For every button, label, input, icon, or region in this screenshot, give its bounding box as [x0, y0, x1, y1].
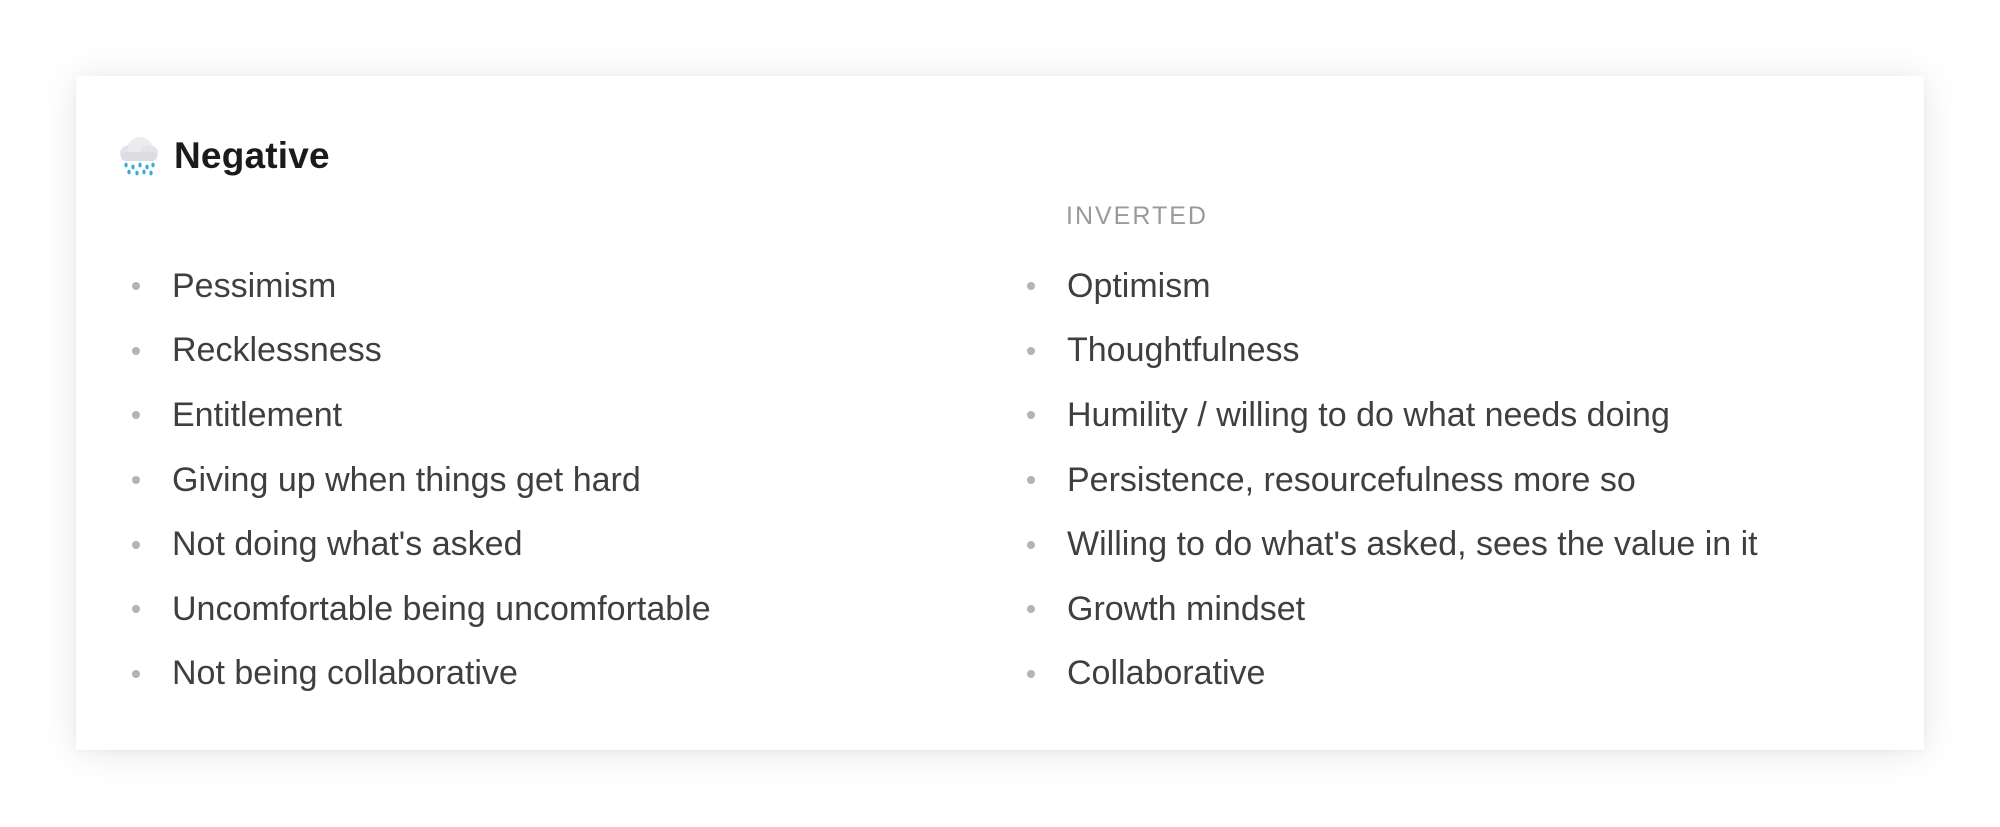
list-item: Uncomfortable being uncomfortable: [132, 577, 711, 642]
bullet-icon: [132, 605, 140, 614]
inverted-column-label: INVERTED: [1066, 202, 1208, 230]
list-item-text: Persistence, resourcefulness more so: [1067, 460, 1636, 499]
list-item: Entitlement: [132, 383, 711, 448]
list-item-text: Willing to do what's asked, sees the val…: [1067, 525, 1758, 564]
list-item-text: Uncomfortable being uncomfortable: [172, 589, 711, 628]
bullet-icon: [132, 282, 140, 291]
list-item: Not doing what's asked: [132, 512, 711, 577]
list-item-text: Collaborative: [1067, 654, 1266, 693]
bullet-icon: [1027, 476, 1035, 485]
bullet-icon: [132, 346, 140, 355]
list-item-text: Not being collaborative: [172, 654, 518, 693]
section-heading: Negative: [116, 134, 330, 178]
bullet-icon: [132, 669, 140, 678]
list-item-text: Humility / willing to do what needs doin…: [1067, 395, 1670, 434]
section-title: Negative: [174, 135, 330, 176]
list-item-text: Optimism: [1067, 266, 1211, 305]
list-item: Collaborative: [1027, 642, 1758, 707]
list-item-text: Pessimism: [172, 266, 337, 305]
list-item-text: Entitlement: [172, 395, 343, 434]
list-item: Optimism: [1027, 254, 1758, 319]
list-item: Not being collaborative: [132, 642, 711, 707]
list-item: Growth mindset: [1027, 577, 1758, 642]
bullet-icon: [1027, 669, 1035, 678]
bullet-icon: [1027, 346, 1035, 355]
list-item: Willing to do what's asked, sees the val…: [1027, 512, 1758, 577]
list-item: Persistence, resourcefulness more so: [1027, 448, 1758, 513]
list-item: Recklessness: [132, 319, 711, 384]
bullet-icon: [1027, 605, 1035, 614]
bullet-icon: [132, 476, 140, 485]
bullet-icon: [1027, 282, 1035, 291]
list-item-text: Not doing what's asked: [172, 525, 523, 564]
list-item: Pessimism: [132, 254, 711, 319]
cloud-rain-icon: [116, 134, 160, 178]
list-item-text: Thoughtfulness: [1067, 331, 1300, 370]
list-item: Thoughtfulness: [1027, 319, 1758, 384]
bullet-icon: [1027, 540, 1035, 549]
card: Negative INVERTED Pessimism Recklessness…: [76, 76, 1924, 750]
list-item: Humility / willing to do what needs doin…: [1027, 383, 1758, 448]
bullet-icon: [132, 411, 140, 420]
list-item-text: Giving up when things get hard: [172, 460, 641, 499]
inverted-list: Optimism Thoughtfulness Humility / willi…: [1027, 254, 1758, 706]
bullet-icon: [1027, 411, 1035, 420]
list-item-text: Growth mindset: [1067, 589, 1306, 628]
negative-list: Pessimism Recklessness Entitlement Givin…: [132, 254, 711, 706]
list-item: Giving up when things get hard: [132, 448, 711, 513]
list-item-text: Recklessness: [172, 331, 382, 370]
bullet-icon: [132, 540, 140, 549]
